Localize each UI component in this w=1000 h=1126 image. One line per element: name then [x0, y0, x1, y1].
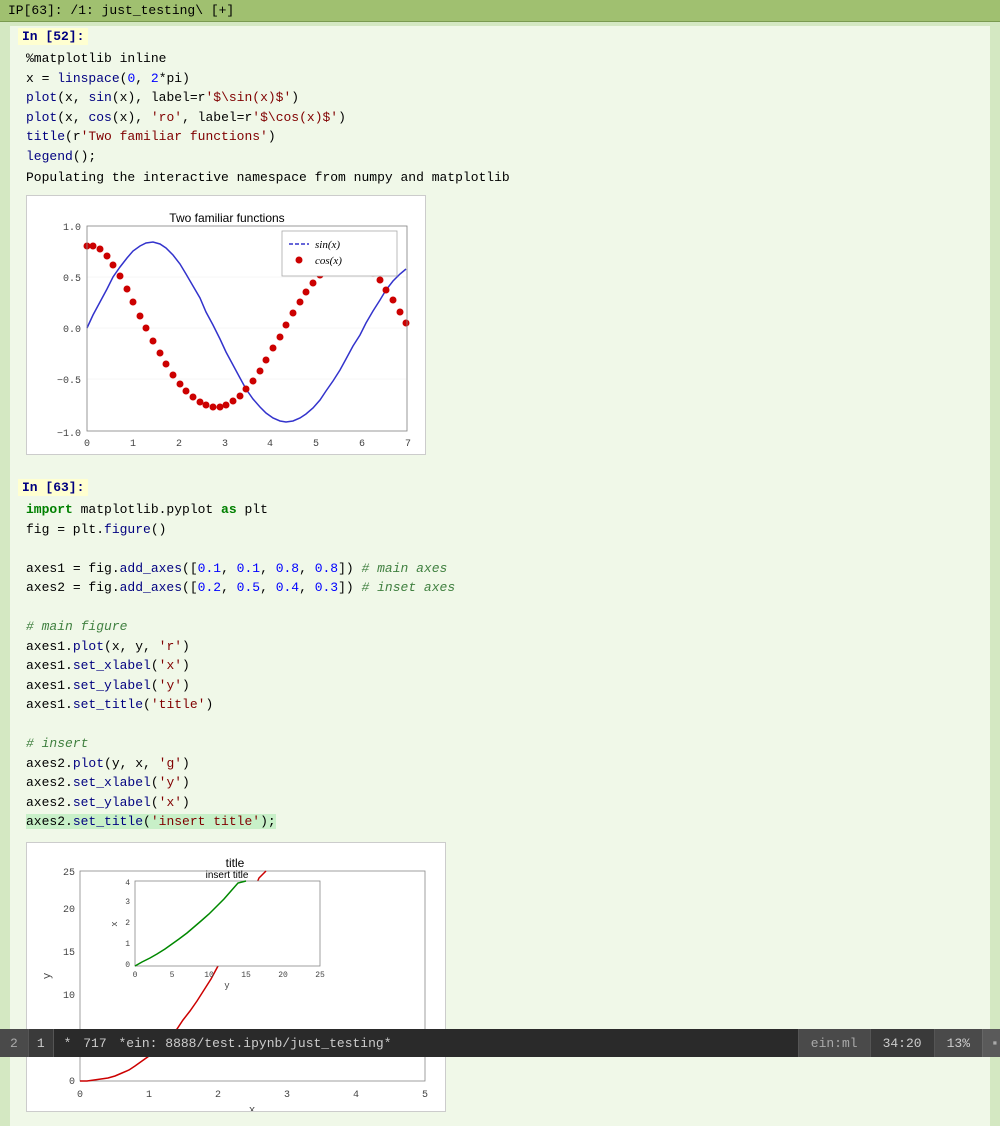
status-scroll[interactable]: ▪ — [982, 1029, 1000, 1057]
sincos-svg: Two familiar functions — [37, 206, 417, 456]
svg-text:0.5: 0.5 — [63, 274, 81, 285]
svg-text:0: 0 — [77, 1090, 83, 1101]
svg-text:x: x — [249, 1105, 256, 1111]
title-text: IP[63]: /1: just_testing\ [+] — [8, 3, 234, 18]
status-cursor-text: 34:20 — [883, 1036, 922, 1051]
svg-text:cos(x): cos(x) — [315, 255, 342, 267]
cell-52-code[interactable]: %matplotlib inline x = linspace(0, 2*pi)… — [10, 47, 990, 168]
status-percent: 13% — [934, 1029, 982, 1057]
svg-text:7: 7 — [405, 439, 411, 450]
status-mode-text: ein:ml — [811, 1036, 858, 1051]
svg-text:0: 0 — [84, 439, 90, 450]
status-cell-num: 1 — [29, 1029, 54, 1057]
svg-text:2: 2 — [176, 439, 182, 450]
svg-text:5: 5 — [170, 971, 175, 980]
status-cell-count: 2 — [0, 1029, 29, 1057]
status-percent-text: 13% — [947, 1036, 970, 1051]
status-cell-num-text: 1 — [37, 1036, 45, 1051]
svg-text:5: 5 — [313, 439, 319, 450]
status-bar: 2 1 * 717 *ein: 8888/test.ipynb/just_tes… — [0, 1029, 1000, 1057]
title-bar: IP[63]: /1: just_testing\ [+] — [0, 0, 1000, 22]
svg-text:0.0: 0.0 — [63, 325, 81, 336]
svg-text:4: 4 — [353, 1090, 359, 1101]
status-cell-count-text: 2 — [10, 1036, 18, 1051]
svg-text:1.0: 1.0 — [63, 223, 81, 234]
svg-text:3: 3 — [222, 439, 228, 450]
svg-text:2: 2 — [215, 1090, 221, 1101]
svg-text:4: 4 — [125, 879, 130, 888]
svg-text:title: title — [226, 856, 245, 870]
status-line-count: 717 — [83, 1036, 106, 1051]
svg-text:20: 20 — [278, 971, 288, 980]
svg-text:3: 3 — [284, 1090, 290, 1101]
status-mode: ein:ml — [798, 1029, 870, 1057]
main-inset-svg: title 0 5 10 15 20 25 0 1 2 — [35, 851, 435, 1111]
notebook: In [52]: %matplotlib inline x = linspace… — [10, 26, 990, 1126]
svg-text:0: 0 — [69, 1077, 75, 1088]
svg-text:insert title: insert title — [206, 870, 249, 881]
status-cursor: 34:20 — [870, 1029, 934, 1057]
svg-text:25: 25 — [63, 868, 75, 879]
cell-63-code[interactable]: import matplotlib.pyplot as plt fig = pl… — [10, 498, 990, 834]
svg-text:6: 6 — [359, 439, 365, 450]
status-scroll-indicator: ▪ — [991, 1036, 999, 1051]
svg-text:5: 5 — [422, 1090, 428, 1101]
svg-text:−1.0: −1.0 — [57, 429, 81, 440]
cell-63-prompt[interactable]: In [63]: — [18, 479, 88, 496]
svg-text:20: 20 — [63, 905, 75, 916]
cell-52-prompt[interactable]: In [52]: — [18, 28, 88, 45]
svg-text:10: 10 — [63, 991, 75, 1002]
svg-text:−0.5: −0.5 — [57, 376, 81, 387]
svg-text:x: x — [110, 921, 120, 926]
svg-text:y: y — [42, 972, 54, 979]
chart-sincos: Two familiar functions — [26, 195, 426, 455]
status-marker: * — [64, 1036, 72, 1051]
svg-text:15: 15 — [63, 948, 75, 959]
chart-main-inset: title 0 5 10 15 20 25 0 1 2 — [26, 842, 446, 1112]
svg-text:4: 4 — [267, 439, 273, 450]
svg-text:10: 10 — [204, 971, 214, 980]
svg-text:0: 0 — [133, 971, 138, 980]
svg-text:25: 25 — [315, 971, 325, 980]
status-notebook-path: *ein: 8888/test.ipynb/just_testing* — [118, 1036, 391, 1051]
svg-text:1: 1 — [130, 439, 136, 450]
svg-text:Two familiar functions: Two familiar functions — [169, 211, 284, 225]
svg-text:3: 3 — [125, 898, 130, 907]
svg-text:15: 15 — [241, 971, 251, 980]
svg-text:2: 2 — [125, 919, 130, 928]
svg-text:sin(x): sin(x) — [315, 239, 340, 251]
cell-52-output: Populating the interactive namespace fro… — [10, 168, 990, 187]
status-kernel-info: * 717 *ein: 8888/test.ipynb/just_testing… — [54, 1036, 798, 1051]
svg-text:0: 0 — [125, 961, 130, 970]
svg-text:1: 1 — [125, 940, 130, 949]
svg-text:y: y — [224, 981, 230, 991]
svg-text:1: 1 — [146, 1090, 152, 1101]
cell-52: In [52]: %matplotlib inline x = linspace… — [10, 26, 990, 469]
